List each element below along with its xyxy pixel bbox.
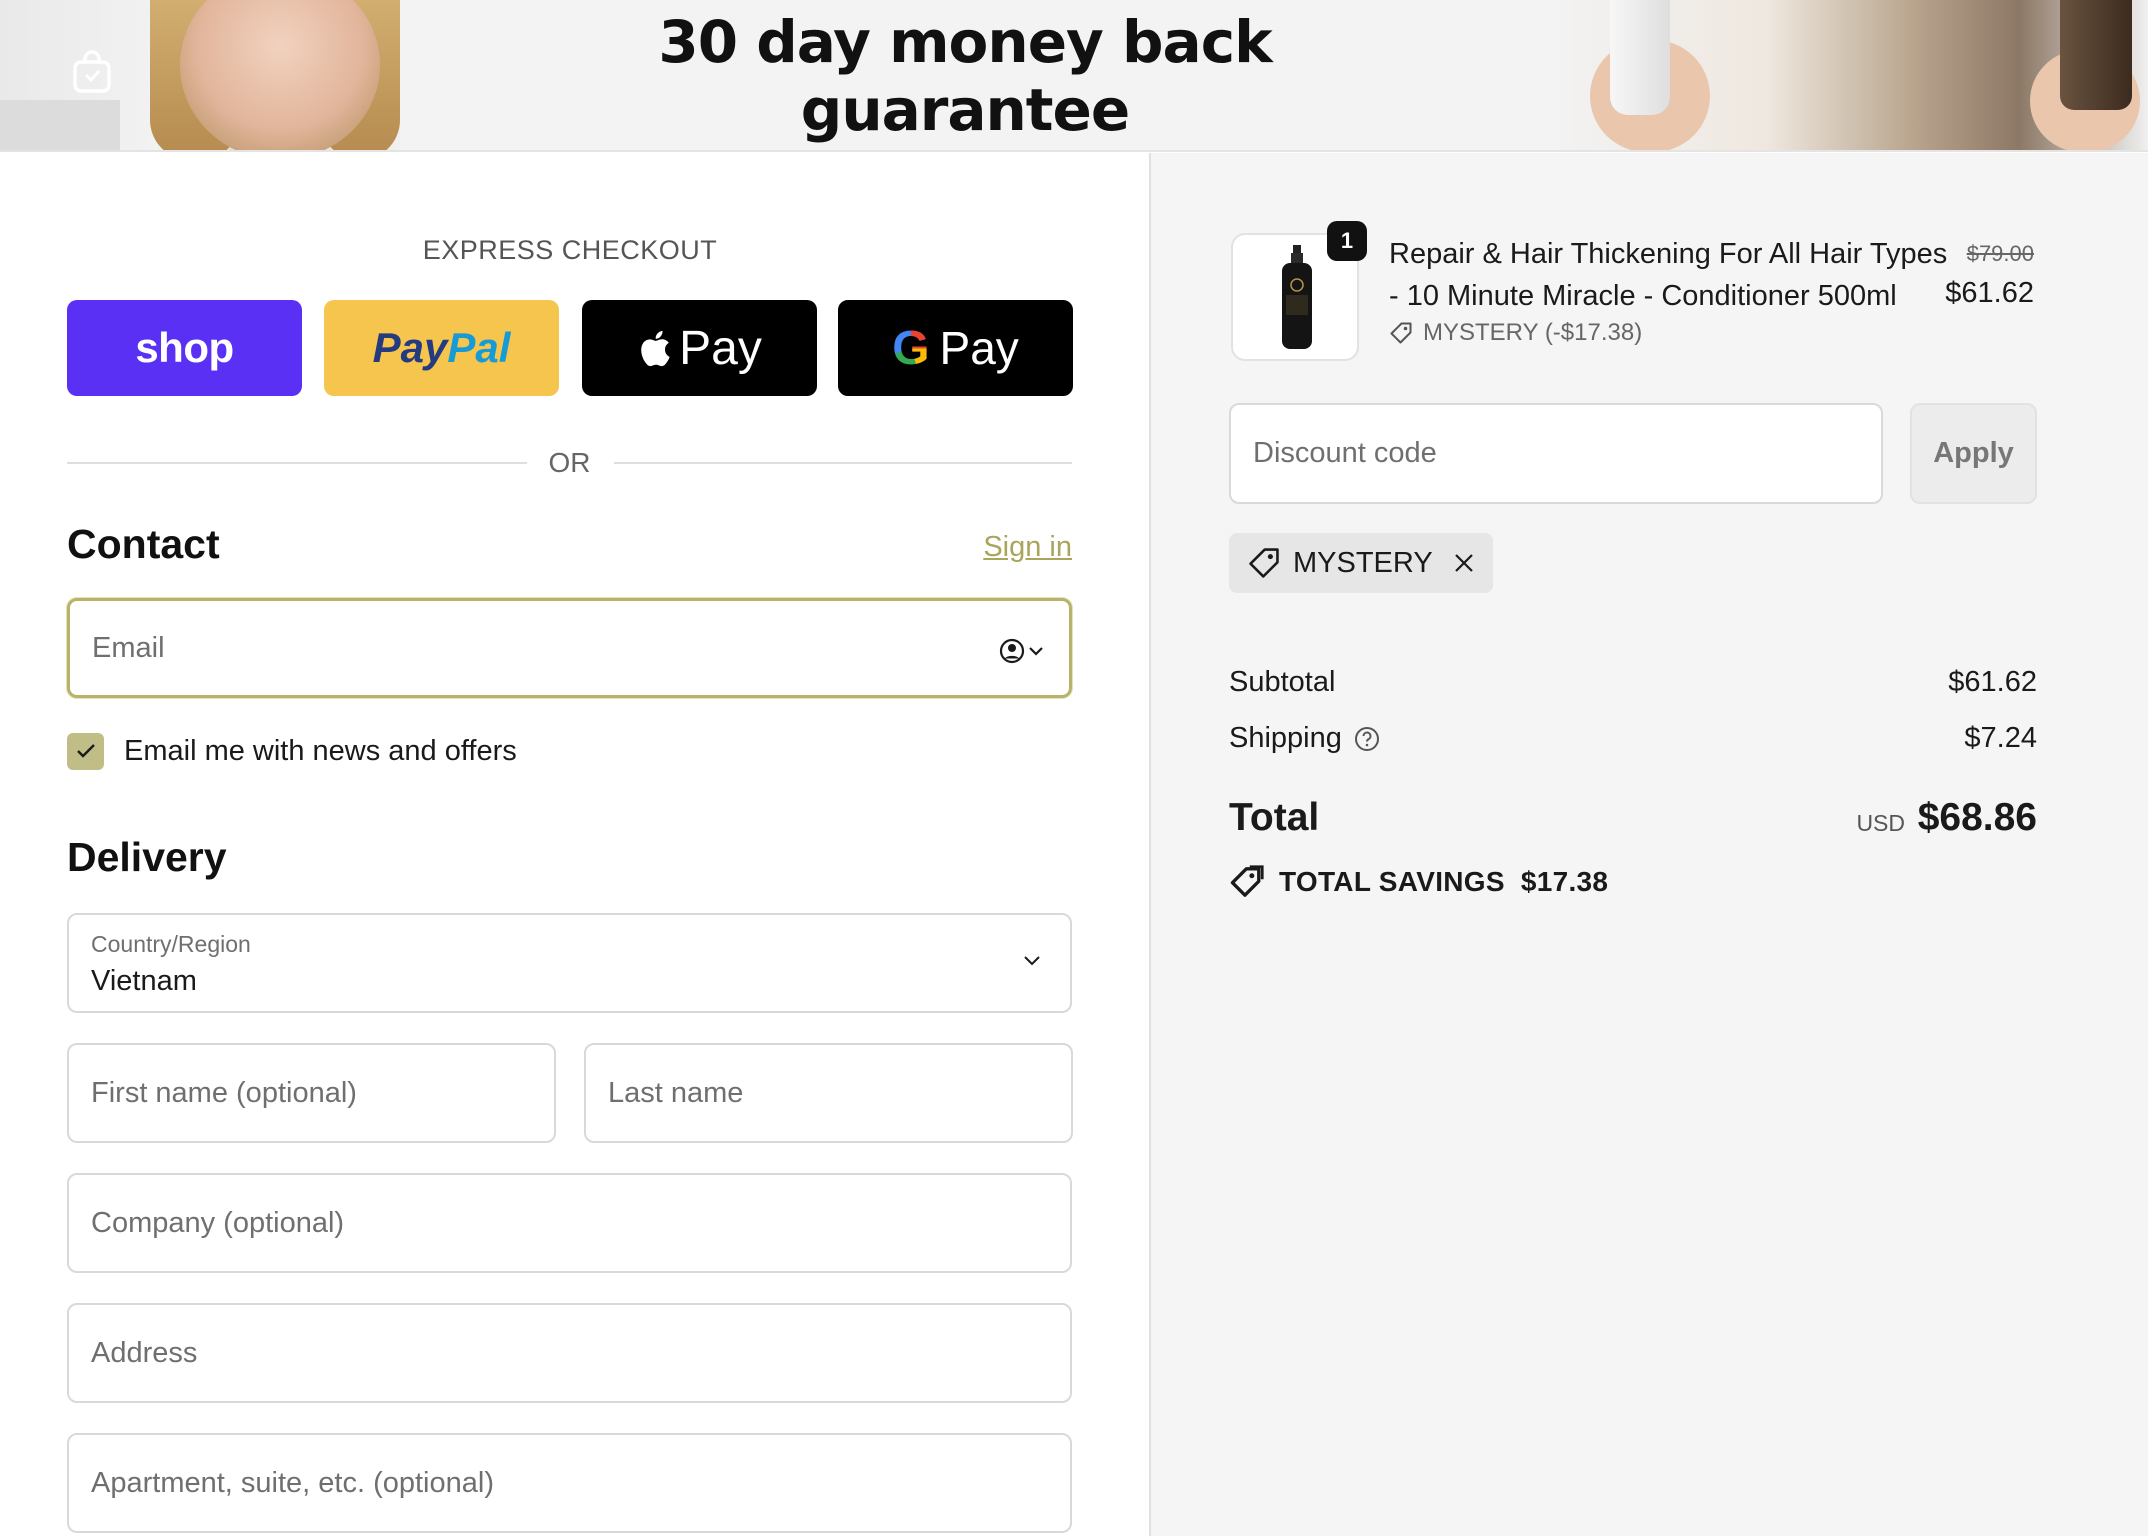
- product-discount-label: MYSTERY (-$17.38): [1423, 319, 1643, 346]
- user-circle-icon: [999, 638, 1024, 664]
- apply-discount-button[interactable]: Apply: [1910, 403, 2037, 504]
- newsletter-checkbox[interactable]: [67, 732, 104, 770]
- tag-icon: [1390, 322, 1412, 344]
- newsletter-option[interactable]: Email me with news and offers: [67, 731, 517, 771]
- cart-button[interactable]: [68, 48, 116, 96]
- banner-title-line1: 30 day money back: [658, 8, 1272, 76]
- total-currency: USD: [1856, 810, 1905, 836]
- total-value: $68.86: [1917, 796, 2037, 839]
- address-field[interactable]: [67, 1303, 1072, 1403]
- discount-code-input[interactable]: [1253, 405, 1838, 502]
- chevron-down-icon: [1024, 956, 1040, 966]
- account-switcher[interactable]: [997, 631, 1045, 671]
- email-input[interactable]: [92, 601, 992, 695]
- shop-pay-button[interactable]: shop: [67, 300, 302, 396]
- help-icon[interactable]: [1354, 726, 1380, 752]
- email-field[interactable]: [67, 598, 1072, 698]
- total-row: Total USD $68.86: [1229, 796, 2037, 846]
- apartment-field[interactable]: [67, 1433, 1072, 1533]
- banner-photo-face: [180, 0, 380, 150]
- quantity-badge: 1: [1327, 221, 1367, 261]
- apple-pay-label: Pay: [679, 321, 762, 375]
- paypal-label-a: Pay: [372, 324, 448, 371]
- order-summary: 1 Repair & Hair Thickening For All Hair …: [1149, 153, 2148, 1536]
- discount-code-field[interactable]: [1229, 403, 1883, 504]
- shipping-label: Shipping: [1229, 722, 1342, 754]
- current-price: $61.62: [1945, 277, 2034, 309]
- google-g-icon: G: [892, 321, 930, 375]
- country-value: Vietnam: [91, 965, 197, 997]
- tag-icon: [1230, 865, 1264, 897]
- shipping-label-group: Shipping: [1229, 722, 1380, 755]
- checkout-form: EXPRESS CHECKOUT shop Pay Pal Pay G Pay O…: [0, 153, 1149, 1536]
- tag-icon: [1249, 548, 1279, 578]
- contact-heading: Contact: [67, 521, 220, 567]
- last-name-field[interactable]: [584, 1043, 1073, 1143]
- company-input[interactable]: [91, 1175, 992, 1271]
- apartment-input[interactable]: [91, 1435, 992, 1531]
- product-bottle-image: [1282, 245, 1312, 349]
- savings-value: $17.38: [1520, 866, 1609, 897]
- google-pay-button[interactable]: G Pay: [838, 300, 1073, 396]
- paypal-button[interactable]: Pay Pal: [324, 300, 559, 396]
- first-name-input[interactable]: [91, 1045, 528, 1141]
- first-name-field[interactable]: [67, 1043, 556, 1143]
- close-icon[interactable]: [1453, 552, 1475, 574]
- sign-in-link[interactable]: Sign in: [983, 531, 1072, 564]
- total-savings: TOTAL SAVINGS $17.38: [1229, 865, 1608, 899]
- original-price: $79.00: [1966, 241, 2034, 266]
- country-label: Country/Region: [91, 931, 251, 957]
- banner-title: 30 day money back guarantee: [620, 0, 1310, 150]
- savings-label: TOTAL SAVINGS: [1279, 866, 1505, 897]
- country-select[interactable]: Country/Region Vietnam: [67, 913, 1072, 1013]
- apple-logo-icon: [641, 330, 670, 367]
- divider-line: [614, 462, 1072, 464]
- or-divider: OR: [67, 443, 1072, 483]
- newsletter-label: Email me with news and offers: [124, 734, 517, 767]
- subtotal-label: Subtotal: [1229, 666, 1336, 698]
- express-checkout-label: EXPRESS CHECKOUT: [422, 235, 718, 265]
- applied-discount-chip: MYSTERY: [1229, 533, 1493, 593]
- checkmark-icon: [76, 744, 95, 758]
- chevron-down-icon: [1028, 647, 1043, 656]
- banner-title-line2: guarantee: [800, 76, 1130, 144]
- delivery-heading: Delivery: [67, 834, 227, 880]
- applied-discount-code: MYSTERY: [1293, 546, 1433, 579]
- shop-pay-label: shop: [135, 324, 234, 371]
- google-pay-label: Pay: [939, 322, 1019, 374]
- address-input[interactable]: [91, 1305, 992, 1401]
- promo-banner: 30 day money back guarantee: [0, 0, 2148, 152]
- product-discount: MYSTERY (-$17.38): [1389, 319, 1642, 347]
- banner-photo-bottle: [1610, 0, 1670, 115]
- apple-pay-button[interactable]: Pay: [582, 300, 817, 396]
- subtotal-value: $61.62: [1948, 666, 2037, 698]
- product-title: Repair & Hair Thickening For All Hair Ty…: [1389, 238, 1948, 312]
- paypal-label-b: Pal: [447, 324, 511, 371]
- banner-photo-device: [0, 100, 120, 150]
- company-field[interactable]: [67, 1173, 1072, 1273]
- shipping-value: $7.24: [1964, 722, 2037, 754]
- last-name-input[interactable]: [608, 1045, 1045, 1141]
- banner-photo-bottle: [2060, 0, 2132, 110]
- total-label: Total: [1229, 796, 1320, 839]
- shopping-bag-icon: [73, 50, 111, 93]
